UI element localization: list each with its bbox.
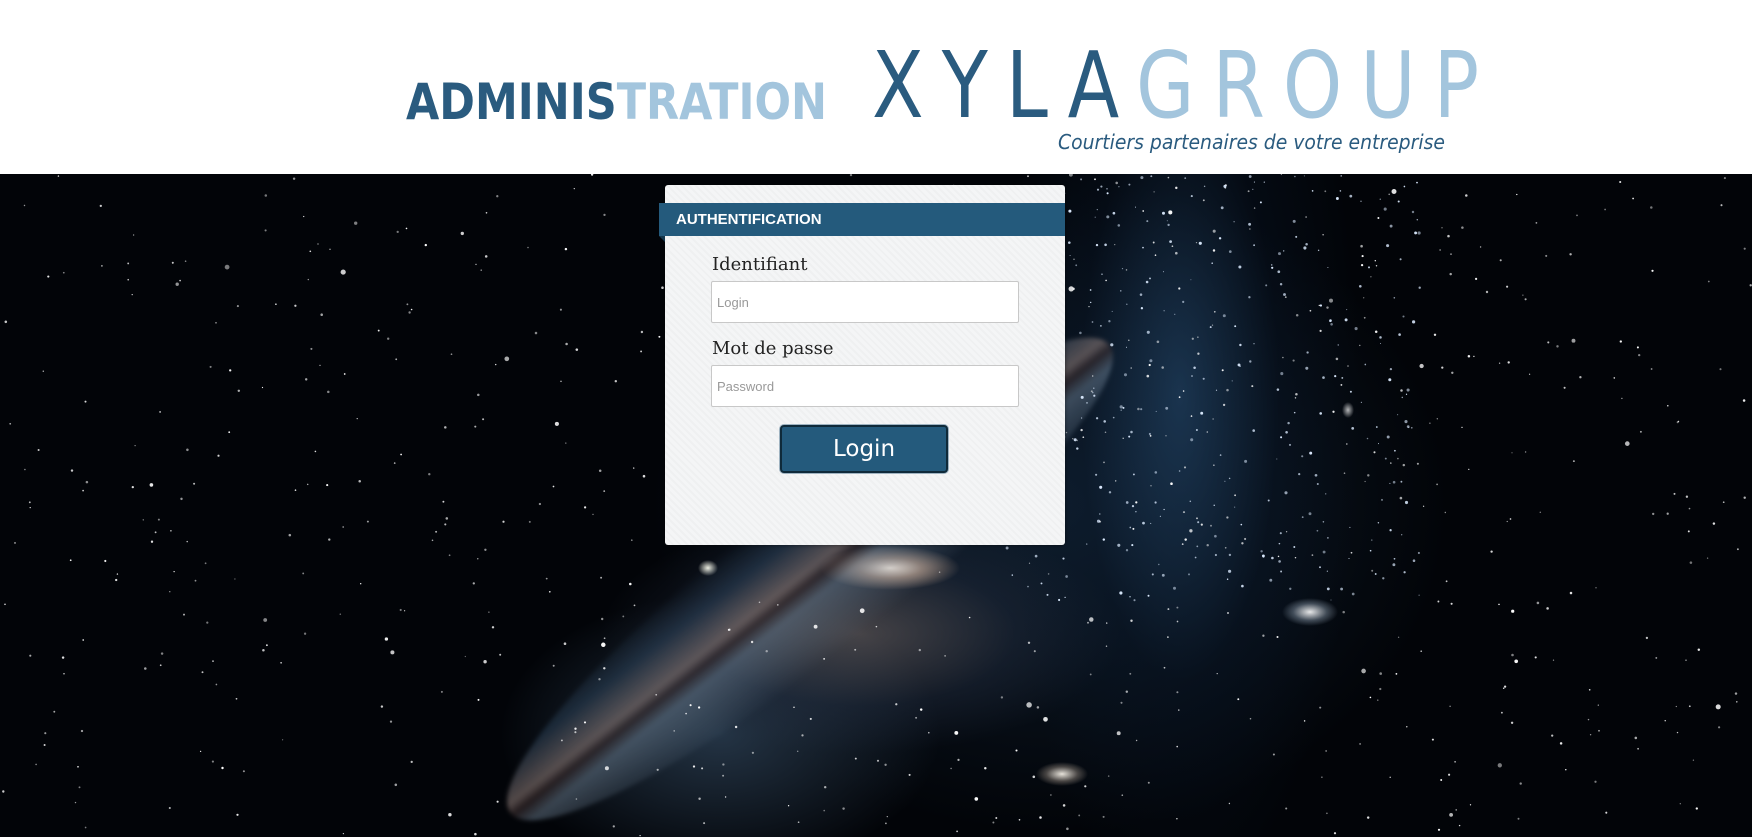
brand-logo-light: GROUP [1135,32,1498,139]
brand-logo-dark: XYLA [872,32,1136,139]
card-title: AUTHENTIFICATION [659,203,1065,242]
login-form: AUTHENTIFICATION Identifiant Mot de pass… [659,185,1065,545]
login-button[interactable]: Login [780,425,948,473]
password-label: Mot de passe [712,338,834,359]
username-label: Identifiant [712,254,808,275]
site-header: ADMINISTRATION XYLAGROUP Courtiers parte… [0,0,1752,174]
username-input[interactable] [711,281,1019,323]
brand-logo: XYLAGROUP [872,38,1497,134]
administration-title-light: TRATION [616,73,827,131]
password-input[interactable] [711,365,1019,407]
administration-title-dark: ADMINIS [406,73,617,131]
administration-title: ADMINISTRATION [406,72,827,132]
login-page: ADMINISTRATION XYLAGROUP Courtiers parte… [0,0,1752,837]
brand-tagline: Courtiers partenaires de votre entrepris… [1058,130,1445,154]
